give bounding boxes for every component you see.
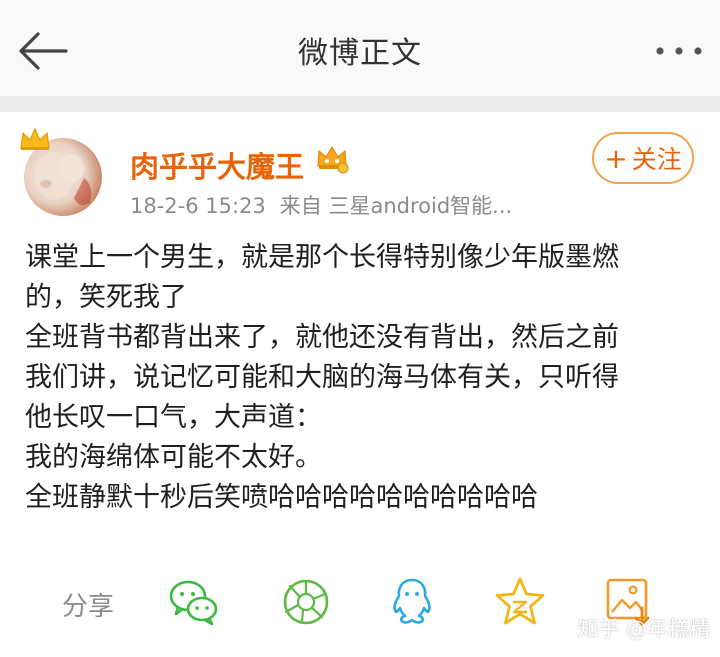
- post-text-line: 我的海绵体可能不太好。: [25, 442, 322, 473]
- post-text-line: 全班静默十秒后笑喷哈哈哈哈哈哈哈哈哈哈: [25, 482, 538, 513]
- author-avatar-wrap[interactable]: [18, 126, 106, 216]
- post-meta: 18-2-6 15:23 来自 三星android智能...: [130, 190, 512, 220]
- post-source[interactable]: 来自 三星android智能...: [280, 194, 512, 218]
- watermark: 知乎 @年糕精: [577, 617, 710, 641]
- section-divider: [0, 96, 720, 112]
- post-text-line: 他长叹一口气，大声道：: [25, 402, 322, 433]
- post-text-line: 我们讲，说记忆可能和大脑的海马体有关，只听得: [25, 362, 619, 393]
- crown-icon: [20, 128, 50, 150]
- wechat-icon[interactable]: [166, 574, 222, 630]
- follow-label: 关注: [631, 145, 682, 174]
- post-card: 肉乎乎大魔王 18-2-6 15:23 来自 三星android智能... + 关…: [0, 112, 720, 657]
- wechat-moments-icon[interactable]: [278, 574, 334, 630]
- qq-icon[interactable]: [384, 574, 440, 630]
- author-name[interactable]: 肉乎乎大魔王: [130, 144, 304, 186]
- post-time: 18-2-6 15:23: [130, 194, 266, 218]
- qzone-star-icon[interactable]: [492, 574, 548, 630]
- plus-icon: +: [604, 141, 628, 175]
- post-text-line: 的，笑死我了: [25, 282, 187, 313]
- page-title: 微博正文: [298, 36, 422, 71]
- share-label: 分享: [62, 592, 115, 622]
- follow-button[interactable]: + 关注: [592, 132, 694, 184]
- more-dots-icon: [656, 47, 702, 55]
- post-text-line: 课堂上一个男生，就是那个长得特别像少年版墨燃: [25, 242, 619, 273]
- more-button[interactable]: [652, 38, 706, 64]
- vip-crown-icon[interactable]: [314, 142, 350, 174]
- post-text-line: 全班背书都背出来了，就他还没有背出，然后之前: [25, 322, 619, 353]
- title-bar: 微博正文: [0, 0, 720, 96]
- post-text: 课堂上一个男生，就是那个长得特别像少年版墨燃 的，笑死我了 全班背书都背出来了，…: [25, 238, 705, 518]
